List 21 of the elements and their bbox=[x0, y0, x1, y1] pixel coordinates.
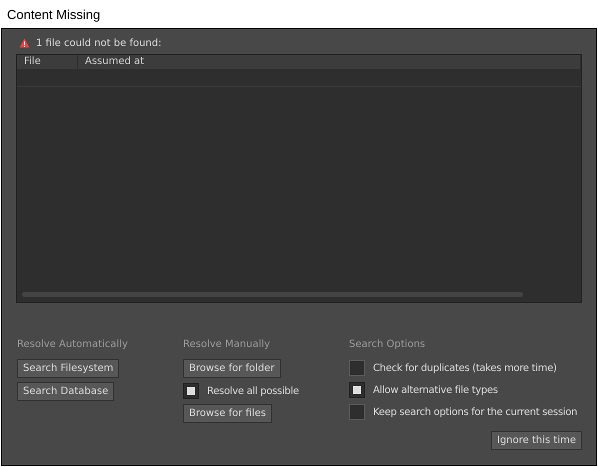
section-title: Resolve Manually bbox=[183, 339, 270, 352]
section-title: Search Options bbox=[349, 339, 426, 352]
checkbox-label: Keep search options for the current session bbox=[373, 406, 578, 418]
checkbox-label: Resolve all possible bbox=[207, 386, 299, 396]
column-header[interactable]: File bbox=[17, 55, 78, 69]
action-button[interactable]: Search Filesystem bbox=[17, 359, 120, 378]
checkbox[interactable] bbox=[349, 404, 365, 420]
column-header[interactable]: Assumed at bbox=[78, 55, 581, 69]
action-button[interactable]: Search Database bbox=[17, 382, 114, 401]
section-title: Resolve Automatically bbox=[17, 339, 128, 352]
ignore-button[interactable]: Ignore this time bbox=[491, 431, 582, 450]
action-button[interactable]: Browse for files bbox=[183, 404, 272, 423]
window-title: Content Missing bbox=[7, 6, 100, 22]
checkbox-label: Check for duplicates (takes more time) bbox=[373, 362, 557, 374]
warning-icon bbox=[19, 38, 30, 48]
action-button[interactable]: Browse for folder bbox=[183, 359, 281, 378]
message-text: 1 file could not be found: bbox=[36, 38, 162, 48]
checkbox[interactable] bbox=[349, 360, 365, 376]
checkbox[interactable] bbox=[349, 382, 365, 398]
checkbox[interactable] bbox=[183, 383, 199, 399]
checkbox-label: Allow alternative file types bbox=[373, 384, 498, 396]
